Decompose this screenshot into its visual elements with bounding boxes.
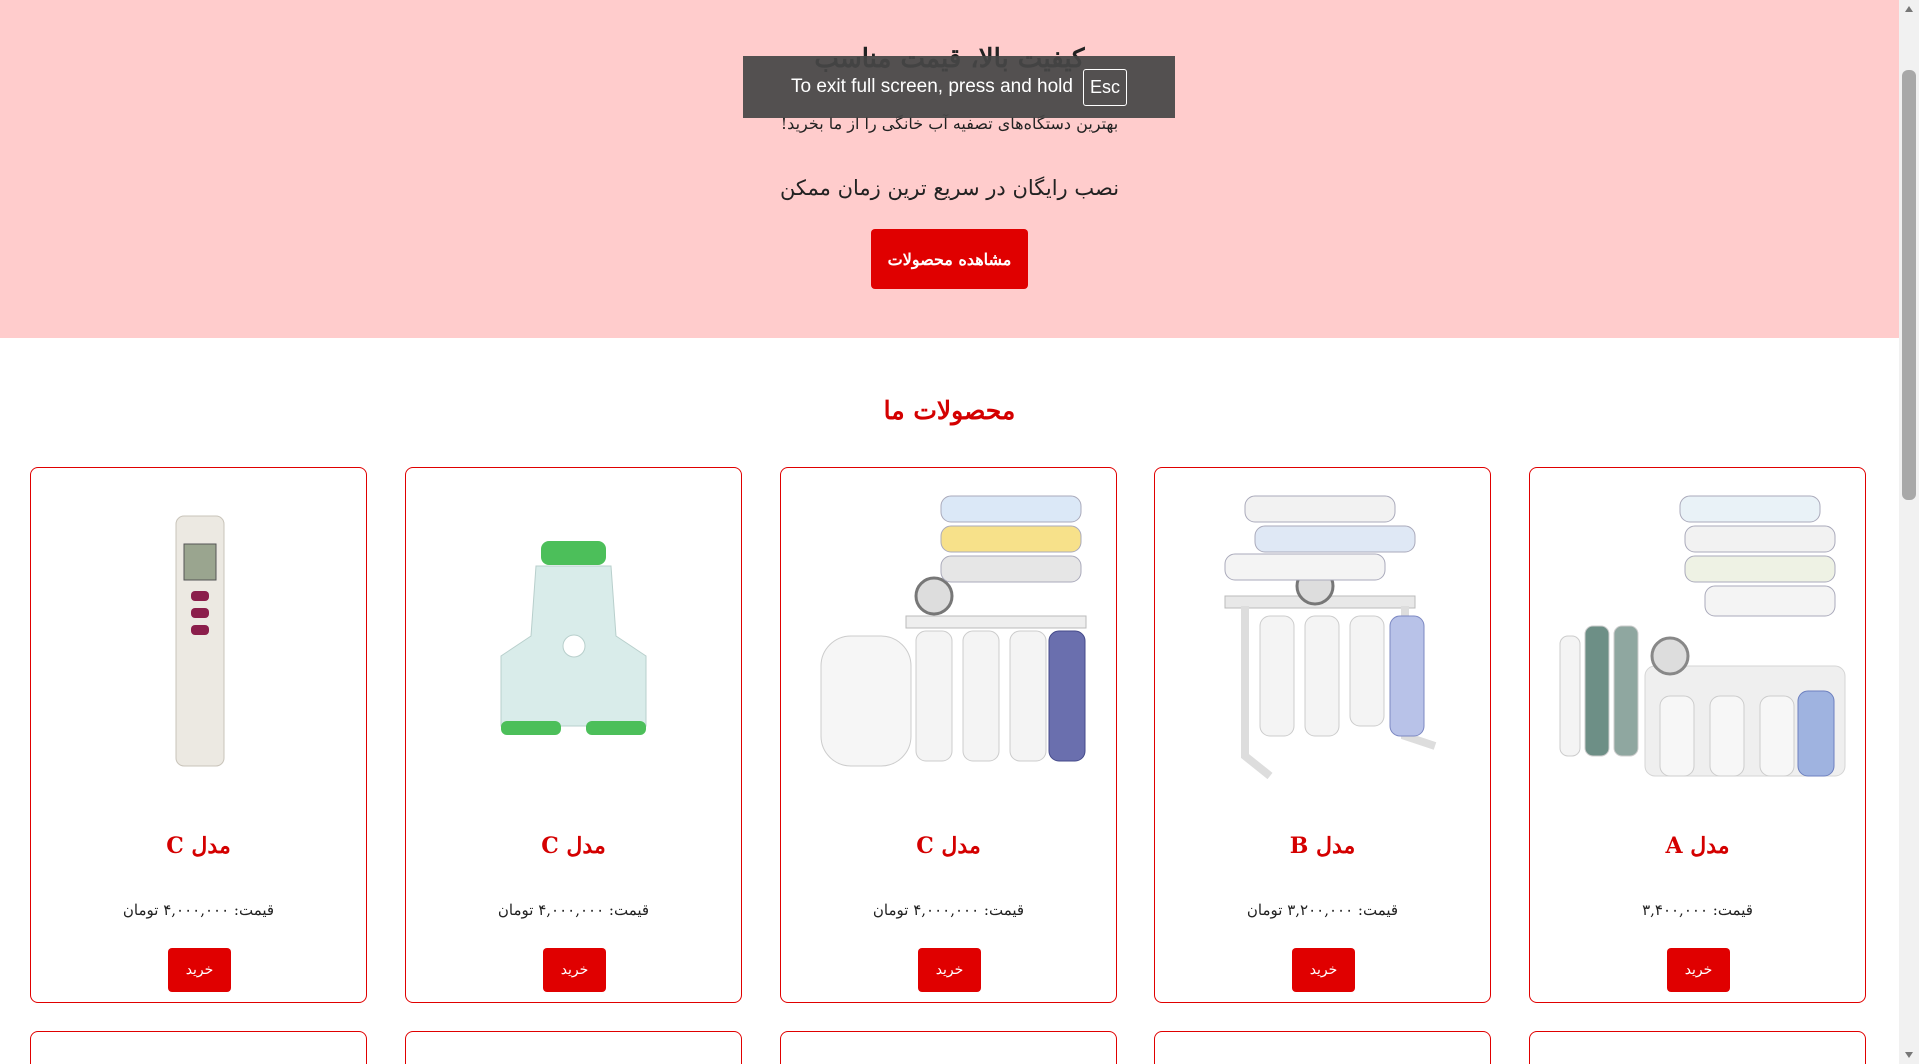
page-viewport: کیفیت بالا، قیمت مناسب بهترین دستگاه‌های… <box>0 0 1899 1064</box>
fullscreen-toast-text: To exit full screen, press and hold <box>790 76 1073 97</box>
product-card: مدل B قیمت: ۳,۲۰۰,۰۰۰ تومان خرید <box>1154 467 1491 1003</box>
products-section-title: محصولات ما <box>883 396 1016 425</box>
product-price: قیمت: ۴,۰۰۰,۰۰۰ تومان <box>497 901 650 919</box>
scroll-up-arrow-icon[interactable] <box>1899 0 1919 18</box>
product-image-ro-filter-with-tank <box>791 486 1106 786</box>
product-card: مدل C قیمت: ۴,۰۰۰,۰۰۰ تومان خرید <box>780 467 1117 1003</box>
scroll-down-arrow-icon[interactable] <box>1899 1046 1919 1064</box>
product-card-partial <box>1529 1031 1866 1064</box>
product-name: مدل B <box>1289 833 1356 859</box>
product-card: مدل C قیمت: ۴,۰۰۰,۰۰۰ تومان خرید <box>30 467 367 1003</box>
product-price: قیمت: ۴,۰۰۰,۰۰۰ تومان <box>122 901 275 919</box>
product-price: قیمت: ۴,۰۰۰,۰۰۰ تومان <box>872 901 1025 919</box>
hero-note: نصب رایگان در سریع ترین زمان ممکن <box>779 176 1120 200</box>
vertical-scrollbar[interactable] <box>1899 0 1919 1064</box>
product-image-ro-filter-on-stand <box>1165 486 1480 786</box>
product-name: مدل A <box>1665 833 1730 859</box>
buy-button[interactable]: خرید <box>168 948 231 992</box>
buy-button[interactable]: خرید <box>1667 948 1730 992</box>
scrollbar-thumb[interactable] <box>1902 70 1916 500</box>
buy-button[interactable]: خرید <box>918 948 981 992</box>
product-card-partial <box>780 1031 1117 1064</box>
product-price: قیمت: ۳,۲۰۰,۰۰۰ تومان <box>1246 901 1399 919</box>
product-card-partial <box>30 1031 367 1064</box>
product-card: مدل A قیمت: ۳,۴۰۰,۰۰۰ خرید <box>1529 467 1866 1003</box>
buy-button[interactable]: خرید <box>1292 948 1355 992</box>
product-price: قیمت: ۳,۴۰۰,۰۰۰ <box>1642 901 1753 919</box>
buy-button[interactable]: خرید <box>543 948 606 992</box>
product-image-ro-filter-with-cartridges <box>1540 486 1855 786</box>
hero-banner: کیفیت بالا، قیمت مناسب بهترین دستگاه‌های… <box>0 0 1899 338</box>
product-image-tds-meter <box>41 486 356 786</box>
product-card-partial <box>405 1031 742 1064</box>
view-products-button[interactable]: مشاهده محصولات <box>871 229 1028 289</box>
product-name: مدل C <box>916 833 981 859</box>
product-image-pipe-connector <box>416 486 731 786</box>
fullscreen-exit-toast: To exit full screen, press and hold Esc <box>743 56 1175 118</box>
product-card-partial <box>1154 1031 1491 1064</box>
product-name: مدل C <box>541 833 606 859</box>
esc-key-badge: Esc <box>1082 68 1127 106</box>
product-card: مدل C قیمت: ۴,۰۰۰,۰۰۰ تومان خرید <box>405 467 742 1003</box>
product-name: مدل C <box>166 833 231 859</box>
